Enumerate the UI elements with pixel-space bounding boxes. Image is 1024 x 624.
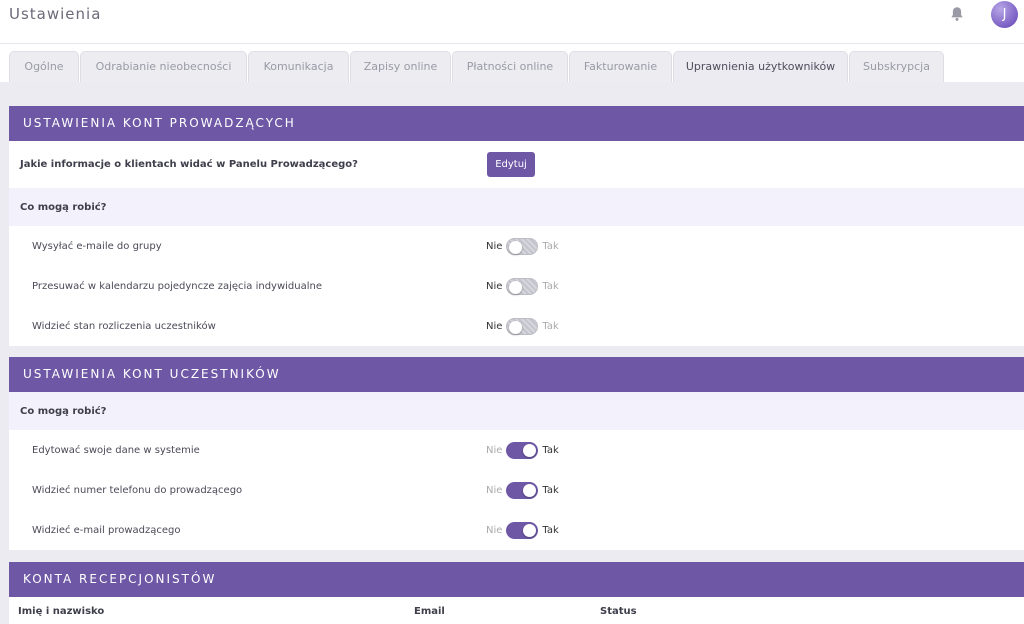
avatar[interactable]: J — [991, 1, 1018, 28]
toggle-off-label: Nie — [486, 320, 503, 332]
toggle-switch[interactable] — [506, 481, 539, 499]
option-row: Widzieć stan rozliczenia uczestników Nie… — [9, 306, 1024, 346]
toggle-off-label: Nie — [486, 524, 503, 536]
option-label: Widzieć stan rozliczenia uczestników — [32, 320, 216, 332]
toggle-on-label: Tak — [542, 320, 559, 332]
column-header-status: Status — [600, 606, 637, 617]
option-label: Edytować swoje dane w systemie — [32, 444, 200, 456]
toggle-on-label: Tak — [542, 444, 559, 456]
toggle-knob — [509, 320, 523, 334]
toggle-off-label: Nie — [486, 240, 503, 252]
option-label: Widzieć e-mail prowadzącego — [32, 524, 181, 536]
toggle-edit-own-data[interactable]: Nie Tak — [486, 430, 559, 470]
participant-can-do-row: Co mogą robić? — [9, 392, 1024, 430]
toggle-on-label: Tak — [542, 484, 559, 496]
tab-uprawnienia-uzytkownikow[interactable]: Uprawnienia użytkowników — [673, 51, 848, 82]
toggle-switch[interactable] — [506, 277, 539, 295]
toggle-knob — [509, 280, 523, 294]
toggle-see-settlement-status[interactable]: Nie Tak — [486, 306, 559, 346]
participant-can-do-label: Co mogą robić? — [20, 405, 107, 417]
tab-zapisy-online[interactable]: Zapisy online — [350, 51, 451, 82]
toggle-switch[interactable] — [506, 441, 539, 459]
instructor-settings-card: USTAWIENIA KONT PROWADZĄCYCH Jakie infor… — [9, 106, 1024, 346]
instructor-settings-title: USTAWIENIA KONT PROWADZĄCYCH — [9, 106, 1024, 141]
receptionist-accounts-title: KONTA RECEPCJONISTÓW — [9, 562, 1024, 597]
toggle-off-label: Nie — [486, 444, 503, 456]
toggle-knob — [523, 483, 537, 497]
column-header-email: Email — [414, 606, 445, 617]
toggle-see-instructor-email[interactable]: Nie Tak — [486, 510, 559, 550]
toggle-switch[interactable] — [506, 521, 539, 539]
toggle-off-label: Nie — [486, 280, 503, 292]
option-row: Wysyłać e-maile do grupy Nie Tak — [9, 226, 1024, 266]
column-header-name: Imię i nazwisko — [18, 606, 105, 617]
toggle-off-label: Nie — [486, 484, 503, 496]
settings-tabs: Ogólne Odrabianie nieobecności Komunikac… — [0, 44, 1024, 82]
toggle-knob — [523, 443, 537, 457]
toggle-see-instructor-phone[interactable]: Nie Tak — [486, 470, 559, 510]
tab-odrabianie-nieobecnosci[interactable]: Odrabianie nieobecności — [80, 51, 247, 82]
tab-ogolne[interactable]: Ogólne — [9, 51, 79, 82]
option-row: Widzieć e-mail prowadzącego Nie Tak — [9, 510, 1024, 550]
tab-komunikacja[interactable]: Komunikacja — [248, 51, 349, 82]
option-row: Edytować swoje dane w systemie Nie Tak — [9, 430, 1024, 470]
toggle-switch[interactable] — [506, 237, 539, 255]
option-label: Przesuwać w kalendarzu pojedyncze zajęci… — [32, 280, 323, 292]
tab-subskrypcja[interactable]: Subskrypcja — [849, 51, 944, 82]
instructor-info-row: Jakie informacje o klientach widać w Pan… — [9, 141, 1024, 188]
instructor-can-do-label: Co mogą robić? — [20, 201, 107, 213]
participant-settings-card: USTAWIENIA KONT UCZESTNIKÓW Co mogą robi… — [9, 357, 1024, 550]
receptionist-table-header: Imię i nazwisko Email Status — [9, 597, 1024, 624]
bell-icon[interactable] — [948, 5, 966, 23]
tab-fakturowanie[interactable]: Fakturowanie — [569, 51, 672, 82]
receptionist-accounts-card: KONTA RECEPCJONISTÓW Imię i nazwisko Ema… — [9, 562, 1024, 624]
toggle-switch[interactable] — [506, 317, 539, 335]
instructor-info-question: Jakie informacje o klientach widać w Pan… — [20, 159, 358, 170]
participant-settings-title: USTAWIENIA KONT UCZESTNIKÓW — [9, 357, 1024, 392]
toggle-move-individual-classes[interactable]: Nie Tak — [486, 266, 559, 306]
edit-button[interactable]: Edytuj — [487, 152, 535, 177]
option-label: Widzieć numer telefonu do prowadzącego — [32, 484, 243, 496]
instructor-can-do-row: Co mogą robić? — [9, 188, 1024, 226]
option-label: Wysyłać e-maile do grupy — [32, 240, 162, 252]
page-title: Ustawienia — [9, 5, 102, 23]
toggle-knob — [523, 523, 537, 537]
option-row: Widzieć numer telefonu do prowadzącego N… — [9, 470, 1024, 510]
toggle-knob — [509, 240, 523, 254]
toggle-on-label: Tak — [542, 280, 559, 292]
toggle-on-label: Tak — [542, 524, 559, 536]
toggle-on-label: Tak — [542, 240, 559, 252]
top-bar: Ustawienia J — [0, 0, 1024, 44]
option-row: Przesuwać w kalendarzu pojedyncze zajęci… — [9, 266, 1024, 306]
toggle-send-group-emails[interactable]: Nie Tak — [486, 226, 559, 266]
tab-platnosci-online[interactable]: Płatności online — [452, 51, 568, 82]
